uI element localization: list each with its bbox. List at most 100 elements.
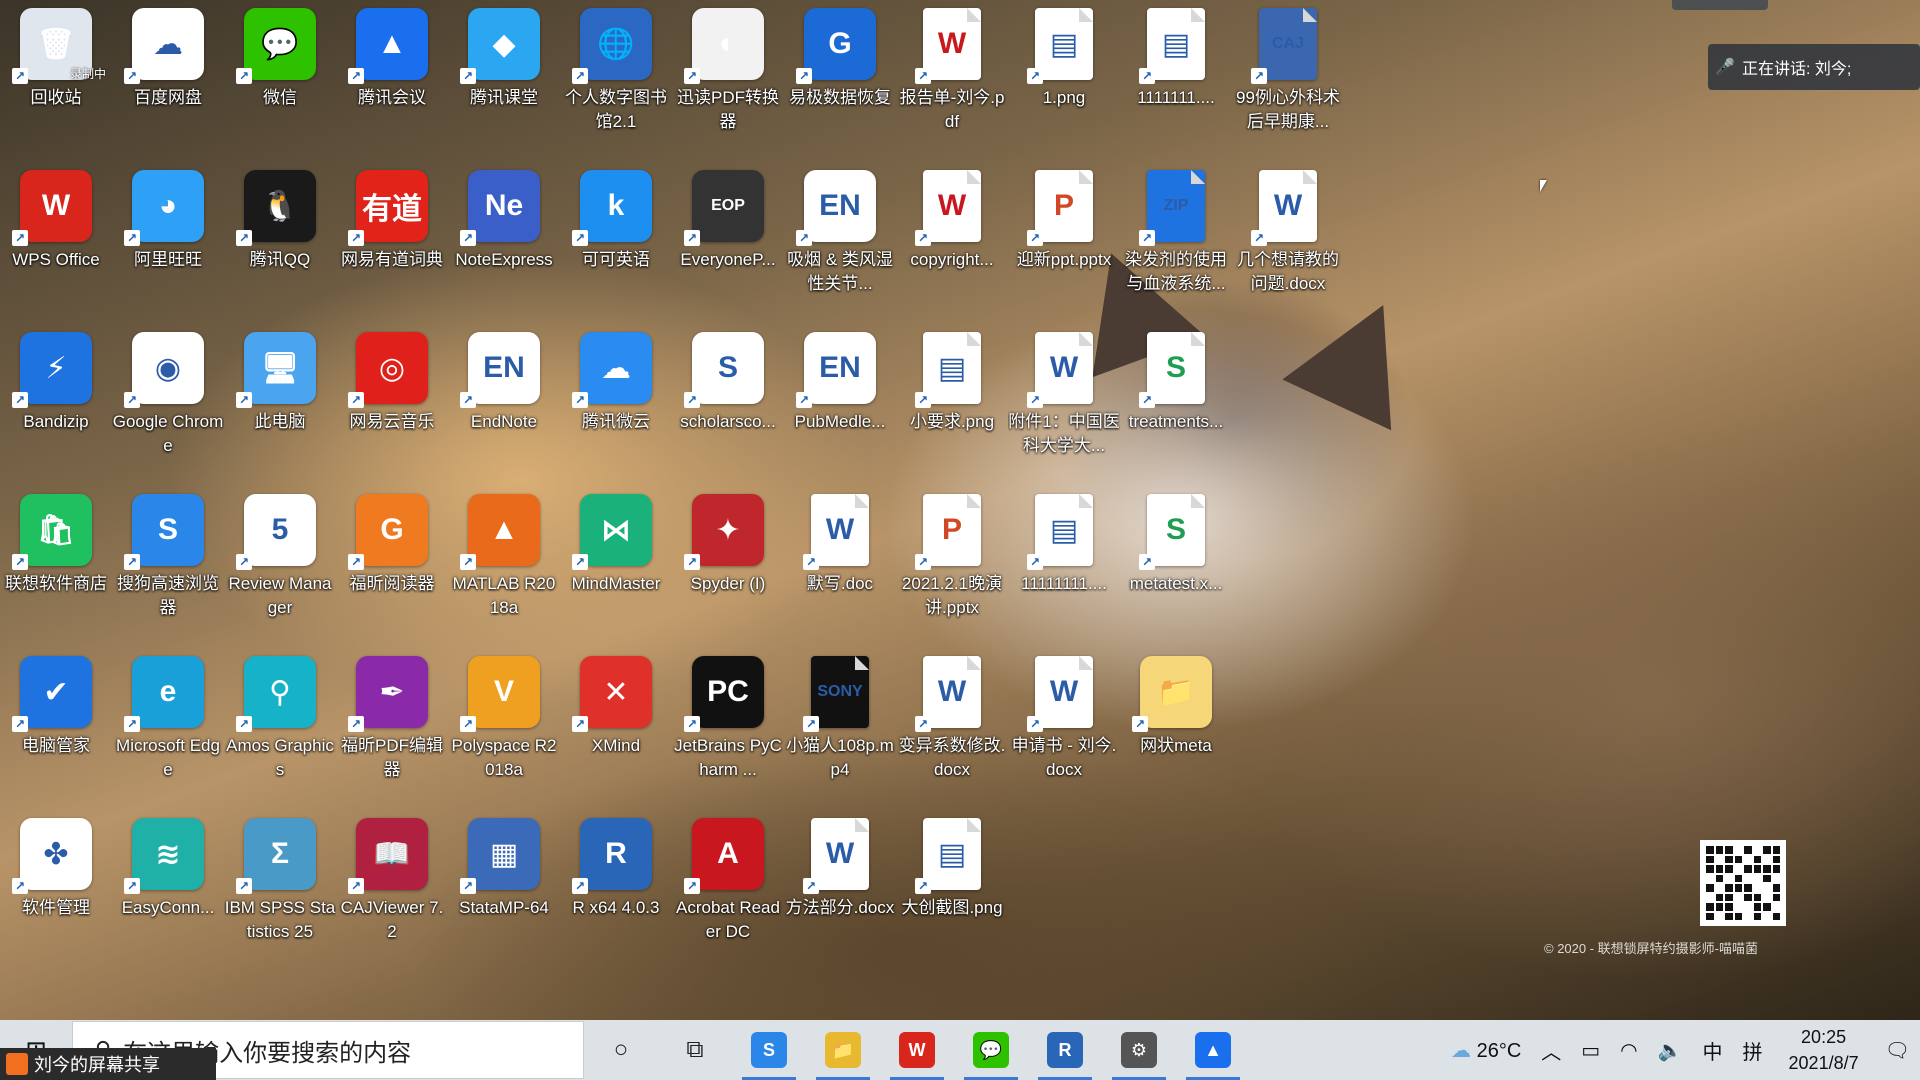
desktop-icon[interactable]: 🛍 ↗ 联想软件商店 [0, 488, 112, 638]
icon-glyph: ◆ [492, 27, 516, 61]
desktop-icon[interactable]: CAJ ↗ 99例心外科术后早期康... [1232, 2, 1344, 152]
action-center-button[interactable]: 🗨 [1875, 1038, 1920, 1063]
desktop-icon-label: 百度网盘 [134, 88, 202, 107]
desktop-icon[interactable]: ☁ ↗ 百度网盘 [112, 2, 224, 152]
desktop-icon[interactable]: G ↗ 易极数据恢复 [784, 2, 896, 152]
cortana-button[interactable]: ○ [584, 1020, 658, 1080]
desktop-icon[interactable]: EN ↗ EndNote [448, 326, 560, 476]
desktop-icon[interactable]: W ↗ 几个想请教的问题.docx [1232, 164, 1344, 314]
ime-mode-indicator[interactable]: 拼 [1733, 1036, 1773, 1065]
taskbar-pinned-apps: S 📁 W 💬 R ⚙ ▲ [732, 1020, 1250, 1080]
desktop-icon[interactable]: 💬 ↗ 微信 [224, 2, 336, 152]
desktop-icon[interactable]: ▤ ↗ 11111111.... [1008, 488, 1120, 638]
desktop-icon-label: 申请书 - 刘今.docx [1011, 736, 1117, 779]
desktop-icon[interactable]: ◉ ↗ Google Chrome [112, 326, 224, 476]
desktop-icon[interactable]: ZIP ↗ 染发剂的使用与血液系统... [1120, 164, 1232, 314]
taskbar-app-wechat[interactable]: 💬 [954, 1020, 1028, 1080]
desktop-icon[interactable]: W ↗ copyright... [896, 164, 1008, 314]
desktop-icon[interactable]: ☁ ↗ 腾讯微云 [560, 326, 672, 476]
desktop-icon[interactable]: R ↗ R x64 4.0.3 [560, 812, 672, 962]
desktop-icon[interactable]: Ne ↗ NoteExpress [448, 164, 560, 314]
desktop-icon[interactable]: V ↗ Polyspace R2018a [448, 650, 560, 800]
desktop-icon[interactable]: ≋ ↗ EasyConn... [112, 812, 224, 962]
desktop-icon[interactable]: ✒ ↗ 福昕PDF编辑器 [336, 650, 448, 800]
shortcut-arrow-icon: ↗ [803, 878, 819, 894]
taskbar-app-wps-office[interactable]: W [880, 1020, 954, 1080]
desktop-icon[interactable]: e ↗ Microsoft Edge [112, 650, 224, 800]
battery-icon[interactable]: ▭ [1571, 1038, 1610, 1063]
show-hidden-icons-button[interactable]: ︿ [1531, 1036, 1571, 1065]
icon-glyph: ◕ [158, 189, 178, 222]
shortcut-arrow-icon: ↗ [236, 230, 252, 246]
desktop-icon[interactable]: ▲ ↗ 腾讯会议 [336, 2, 448, 152]
desktop-icon[interactable]: ✕ ↗ XMind [560, 650, 672, 800]
desktop-icon[interactable]: S ↗ metatest.x... [1120, 488, 1232, 638]
desktop-icon[interactable]: ◕ ↗ 阿里旺旺 [112, 164, 224, 314]
desktop-icon[interactable]: 🗑 ↗ 录制中 回收站 [0, 2, 112, 152]
desktop-icon[interactable]: 📖 ↗ CAJViewer 7.2 [336, 812, 448, 962]
desktop-icon[interactable]: W ↗ 默写.doc [784, 488, 896, 638]
desktop-icon[interactable]: W ↗ 报告单-刘今.pdf [896, 2, 1008, 152]
desktop-icon[interactable]: P ↗ 2021.2.1晚演讲.pptx [896, 488, 1008, 638]
desktop-icon[interactable]: EOP ↗ EveryoneP... [672, 164, 784, 314]
taskbar-app-file-explorer[interactable]: 📁 [806, 1020, 880, 1080]
desktop-icon[interactable]: ▤ ↗ 大创截图.png [896, 812, 1008, 962]
weather-widget[interactable]: ☁ 26°C [1441, 1038, 1531, 1063]
wifi-icon[interactable]: ◠ [1610, 1038, 1647, 1063]
desktop-icon[interactable]: PC ↗ JetBrains PyCharm ... [672, 650, 784, 800]
qr-module [1715, 865, 1723, 873]
desktop-icon[interactable]: ✔ ↗ 电脑管家 [0, 650, 112, 800]
task-view-button[interactable]: ⧉ [658, 1020, 732, 1080]
desktop-icon[interactable]: ✦ ↗ Spyder (I) [672, 488, 784, 638]
taskbar-app-tencent-meeting[interactable]: ▲ [1176, 1020, 1250, 1080]
desktop-icon[interactable]: 有道 ↗ 网易有道词典 [336, 164, 448, 314]
desktop-icon[interactable]: W ↗ 变异系数修改.docx [896, 650, 1008, 800]
desktop-icon[interactable]: k ↗ 可可英语 [560, 164, 672, 314]
desktop-icon[interactable]: W ↗ 申请书 - 刘今.docx [1008, 650, 1120, 800]
ime-language-indicator[interactable]: 中 [1693, 1036, 1733, 1065]
desktop-icon[interactable]: 🐧 ↗ 腾讯QQ [224, 164, 336, 314]
desktop-icon[interactable]: ⚡ ↗ Bandizip [0, 326, 112, 476]
desktop-icon[interactable]: P ↗ 迎新ppt.pptx [1008, 164, 1120, 314]
taskbar-app-r-language[interactable]: R [1028, 1020, 1102, 1080]
desktop-icon[interactable]: EN ↗ PubMedle... [784, 326, 896, 476]
desktop-icon[interactable]: ✤ ↗ 软件管理 [0, 812, 112, 962]
desktop-icon[interactable]: S ↗ 搜狗高速浏览器 [112, 488, 224, 638]
desktop-icon[interactable]: ▤ ↗ 1.png [1008, 2, 1120, 152]
taskbar-clock[interactable]: 20:25 2021/8/7 [1773, 1024, 1875, 1076]
desktop-icon[interactable]: S ↗ treatments... [1120, 326, 1232, 476]
desktop-icon[interactable]: ◐ ↗ 迅读PDF转换器 [672, 2, 784, 152]
desktop-icon[interactable]: W ↗ WPS Office [0, 164, 112, 314]
taskbar-app-sogou-browser[interactable]: S [732, 1020, 806, 1080]
desktop-icon[interactable]: G ↗ 福昕阅读器 [336, 488, 448, 638]
desktop-icon-label: 小要求.png [909, 412, 995, 431]
desktop-icon[interactable]: S ↗ scholarsco... [672, 326, 784, 476]
desktop-icon[interactable]: 🌐 ↗ 个人数字图书馆2.1 [560, 2, 672, 152]
foxit-editor-icon: ✒ ↗ [348, 656, 428, 732]
desktop-icon[interactable]: 📁 ↗ 网状meta [1120, 650, 1232, 800]
desktop-icon[interactable]: ⚲ ↗ Amos Graphics [224, 650, 336, 800]
qr-module [1744, 874, 1752, 882]
desktop-icon[interactable]: ◎ ↗ 网易云音乐 [336, 326, 448, 476]
desktop-icon[interactable]: W ↗ 附件1：中国医科大学大... [1008, 326, 1120, 476]
icon-glyph: ◉ [154, 351, 182, 385]
shortcut-arrow-icon: ↗ [460, 716, 476, 732]
desktop-icon[interactable]: 🖥 ↗ 此电脑 [224, 326, 336, 476]
taskbar-app-settings[interactable]: ⚙ [1102, 1020, 1176, 1080]
desktop-icon[interactable]: SONY ↗ 小猫人108p.mp4 [784, 650, 896, 800]
desktop-icon[interactable]: ▲ ↗ MATLAB R2018a [448, 488, 560, 638]
volume-icon[interactable]: 🔈 [1648, 1038, 1693, 1063]
desktop-icon[interactable]: ⋈ ↗ MindMaster [560, 488, 672, 638]
desktop-icon[interactable]: ▤ ↗ 1111111.... [1120, 2, 1232, 152]
desktop-icon[interactable]: 5 ↗ Review Manager [224, 488, 336, 638]
desktop-icon[interactable]: ◆ ↗ 腾讯课堂 [448, 2, 560, 152]
desktop-icon[interactable]: ▤ ↗ 小要求.png [896, 326, 1008, 476]
desktop-icon[interactable]: Σ ↗ IBM SPSS Statistics 25 [224, 812, 336, 962]
desktop-icon[interactable]: A ↗ Acrobat Reader DC [672, 812, 784, 962]
desktop-icon[interactable]: ▦ ↗ StataMP-64 [448, 812, 560, 962]
desktop-icon[interactable]: EN ↗ 吸烟 & 类风湿性关节... [784, 164, 896, 314]
desktop-icon[interactable]: W ↗ 方法部分.docx [784, 812, 896, 962]
desktop-icon-label: JetBrains PyCharm ... [674, 736, 782, 779]
digital-library-icon: 🌐 ↗ [572, 8, 652, 84]
qr-module [1725, 912, 1733, 920]
